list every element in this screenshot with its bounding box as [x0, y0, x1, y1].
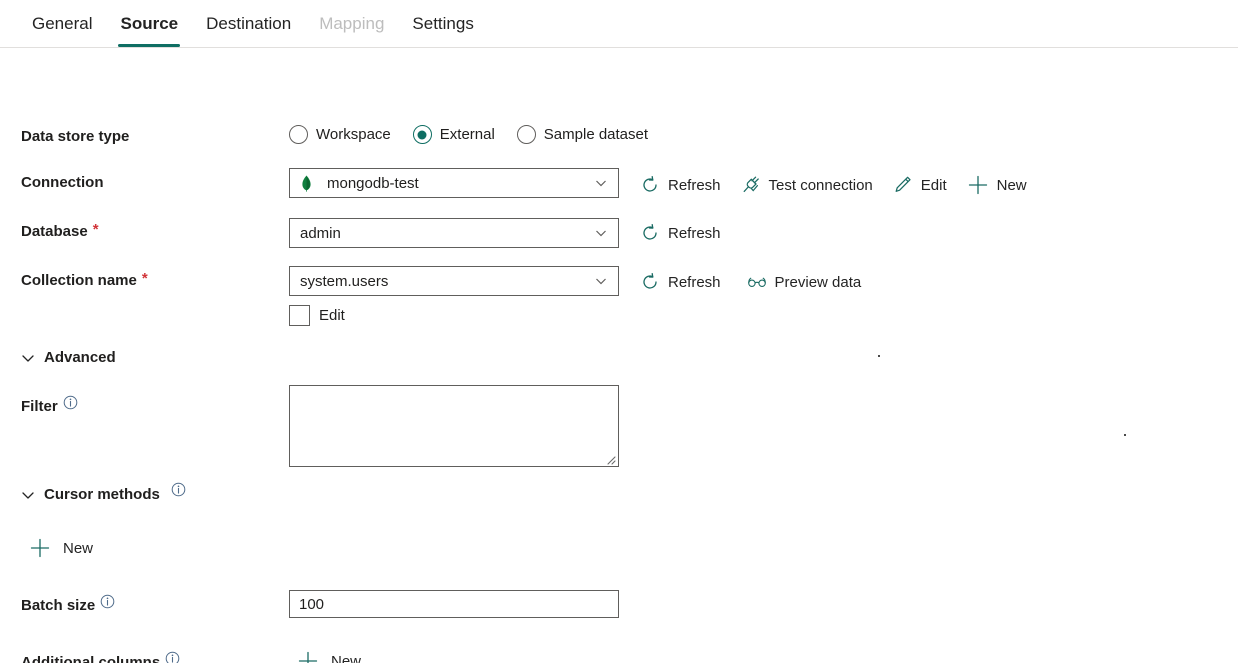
database-commands: Refresh	[640, 223, 721, 243]
advanced-section-header[interactable]: Advanced	[21, 349, 116, 366]
chevron-down-icon	[22, 354, 34, 362]
tab-bar: General Source Destination Mapping Setti…	[0, 0, 1238, 48]
plus-icon	[298, 651, 318, 663]
radio-sample-dataset-label: Sample dataset	[543, 126, 649, 143]
connection-refresh-label: Refresh	[668, 176, 721, 194]
batch-size-input[interactable]: 100	[289, 590, 619, 618]
advanced-section-label: Advanced	[44, 349, 116, 366]
resize-grip-icon[interactable]	[604, 453, 616, 465]
additional-columns-label-text: Additional columns	[21, 654, 161, 663]
chevron-down-icon	[596, 278, 606, 285]
connection-dropdown[interactable]: mongodb-test	[289, 168, 619, 198]
connection-new-button[interactable]: New	[967, 174, 1027, 196]
cursor-methods-new-button[interactable]: New	[29, 537, 93, 559]
database-label-text: Database	[21, 223, 88, 240]
database-dropdown[interactable]: admin	[289, 218, 619, 248]
collection-name-value: system.users	[300, 272, 389, 290]
collection-edit-checkbox[interactable]	[289, 305, 310, 326]
collection-name-dropdown[interactable]: system.users	[289, 266, 619, 296]
collection-edit-checkbox-row[interactable]: Edit	[289, 305, 345, 326]
radio-workspace-dot	[289, 125, 308, 144]
cursor-methods-new-label: New	[63, 539, 94, 557]
connection-edit-label: Edit	[920, 176, 947, 194]
info-icon[interactable]	[165, 651, 180, 663]
collection-required-asterisk: *	[141, 270, 148, 287]
tab-settings[interactable]: Settings	[398, 0, 487, 47]
render-artifact	[1124, 434, 1126, 436]
tab-destination[interactable]: Destination	[192, 0, 305, 47]
info-icon[interactable]	[171, 482, 186, 497]
additional-columns-actions: New	[297, 650, 361, 663]
collection-name-label: Collection name *	[21, 270, 148, 289]
tab-general[interactable]: General	[18, 0, 106, 47]
pencil-icon	[895, 176, 911, 192]
refresh-icon	[643, 175, 657, 192]
mongodb-leaf-icon	[302, 175, 311, 192]
database-value: admin	[300, 224, 341, 242]
additional-columns-new-label: New	[331, 652, 362, 663]
tab-mapping: Mapping	[319, 13, 385, 33]
connection-commands: Refresh Test connection Edit New	[640, 174, 1027, 196]
database-refresh-label: Refresh	[668, 224, 721, 242]
test-connection-button[interactable]: Test connection	[741, 175, 873, 195]
database-required-asterisk: *	[92, 221, 99, 238]
filter-label-text: Filter	[21, 398, 58, 415]
database-refresh-button[interactable]: Refresh	[640, 223, 721, 243]
collection-commands: Refresh Preview data	[640, 272, 861, 292]
plug-check-icon	[743, 176, 759, 193]
radio-external-dot	[412, 125, 432, 144]
connection-label-text: Connection	[21, 174, 104, 191]
plus-icon	[30, 538, 50, 558]
preview-data-label: Preview data	[774, 273, 862, 291]
data-store-type-radio-group: Workspace External Sample dataset	[289, 125, 648, 144]
radio-external-label: External	[439, 126, 495, 143]
render-artifact	[878, 355, 880, 357]
cursor-methods-actions: New	[29, 537, 93, 559]
chevron-down-icon	[596, 230, 606, 237]
radio-workspace-label: Workspace	[316, 126, 391, 143]
connection-label: Connection	[21, 174, 104, 191]
preview-data-button[interactable]: Preview data	[747, 272, 862, 292]
collection-edit-label: Edit	[319, 307, 345, 324]
test-connection-label: Test connection	[768, 176, 873, 194]
batch-size-label: Batch size	[21, 594, 115, 614]
collection-refresh-button[interactable]: Refresh	[640, 272, 721, 292]
additional-columns-new-button[interactable]: New	[297, 650, 361, 663]
connection-refresh-button[interactable]: Refresh	[640, 175, 721, 195]
refresh-icon	[643, 223, 657, 240]
data-store-type-label-text: Data store type	[21, 128, 130, 145]
cursor-methods-section-label: Cursor methods	[44, 486, 160, 503]
chevron-down-icon	[22, 491, 34, 499]
filter-textarea[interactable]	[289, 385, 619, 467]
info-icon[interactable]	[63, 395, 78, 410]
connection-new-label: New	[996, 176, 1027, 194]
collection-refresh-label: Refresh	[668, 273, 721, 291]
radio-external[interactable]: External	[412, 125, 495, 144]
chevron-down-icon	[596, 180, 606, 187]
collection-name-label-text: Collection name	[21, 272, 137, 289]
connection-value: mongodb-test	[327, 174, 419, 192]
refresh-icon	[643, 272, 657, 289]
batch-size-value: 100	[299, 595, 325, 613]
data-store-type-label: Data store type	[21, 128, 129, 145]
filter-label: Filter	[21, 395, 78, 415]
batch-size-label-text: Batch size	[21, 597, 96, 614]
cursor-methods-section-header[interactable]: Cursor methods	[21, 482, 186, 503]
radio-workspace[interactable]: Workspace	[289, 125, 391, 144]
tab-source[interactable]: Source	[106, 0, 192, 47]
radio-sample-dataset-dot	[516, 125, 536, 144]
glasses-icon	[747, 277, 766, 287]
radio-sample-dataset[interactable]: Sample dataset	[516, 125, 649, 144]
plus-icon	[968, 175, 987, 195]
connection-edit-button[interactable]: Edit	[893, 175, 947, 195]
database-label: Database *	[21, 221, 99, 240]
additional-columns-label: Additional columns	[21, 651, 180, 663]
info-icon[interactable]	[100, 594, 115, 609]
